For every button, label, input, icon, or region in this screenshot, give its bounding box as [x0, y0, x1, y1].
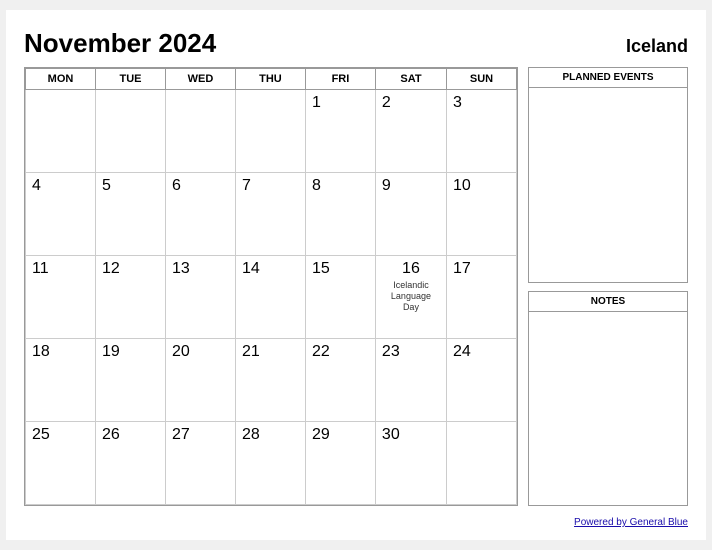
- table-cell: 28: [235, 422, 305, 505]
- notes-header: NOTES: [529, 292, 687, 312]
- table-cell: 4: [26, 173, 96, 256]
- notes-content: [529, 312, 687, 506]
- table-cell: [446, 422, 516, 505]
- col-thu: THU: [235, 69, 305, 90]
- col-sat: SAT: [375, 69, 446, 90]
- table-cell: 30: [375, 422, 446, 505]
- page: November 2024 Iceland MON TUE WED THU FR…: [6, 10, 706, 540]
- table-cell: [235, 90, 305, 173]
- table-cell: 18: [26, 339, 96, 422]
- table-cell: 11: [26, 256, 96, 339]
- sidebar: PLANNED EVENTS NOTES: [528, 67, 688, 506]
- planned-events-header: PLANNED EVENTS: [529, 68, 687, 88]
- table-cell: 10: [446, 173, 516, 256]
- table-cell: 25: [26, 422, 96, 505]
- table-cell: 21: [235, 339, 305, 422]
- table-cell: 2: [375, 90, 446, 173]
- table-cell: 13: [165, 256, 235, 339]
- table-cell: 23: [375, 339, 446, 422]
- table-cell: 9: [375, 173, 446, 256]
- main-content: MON TUE WED THU FRI SAT SUN: [24, 67, 688, 506]
- calendar-grid: MON TUE WED THU FRI SAT SUN: [25, 68, 517, 505]
- table-row: 4 5 6 7 8 9 10: [26, 173, 517, 256]
- table-cell: 27: [165, 422, 235, 505]
- table-cell: 5: [95, 173, 165, 256]
- table-cell: 14: [235, 256, 305, 339]
- planned-events-content: [529, 88, 687, 282]
- table-cell: 26: [95, 422, 165, 505]
- table-cell: 6: [165, 173, 235, 256]
- table-cell: 20: [165, 339, 235, 422]
- table-cell: 24: [446, 339, 516, 422]
- table-cell: 15: [305, 256, 375, 339]
- col-tue: TUE: [95, 69, 165, 90]
- planned-events-box: PLANNED EVENTS: [528, 67, 688, 283]
- table-cell: [95, 90, 165, 173]
- table-cell: 29: [305, 422, 375, 505]
- table-cell: 12: [95, 256, 165, 339]
- event-icelandic-language-day: IcelandicLanguage Day: [382, 280, 440, 312]
- footer: Powered by General Blue: [24, 512, 688, 530]
- table-row: 1 2 3: [26, 90, 517, 173]
- col-mon: MON: [26, 69, 96, 90]
- table-row: 18 19 20 21 22 23 24: [26, 339, 517, 422]
- table-cell: 3: [446, 90, 516, 173]
- powered-by-link[interactable]: Powered by General Blue: [574, 517, 688, 528]
- table-cell: [26, 90, 96, 173]
- table-cell-16: 16 IcelandicLanguage Day: [375, 256, 446, 339]
- table-cell: 19: [95, 339, 165, 422]
- col-sun: SUN: [446, 69, 516, 90]
- table-row: 25 26 27 28 29 30: [26, 422, 517, 505]
- calendar-section: MON TUE WED THU FRI SAT SUN: [24, 67, 518, 506]
- table-cell: 1: [305, 90, 375, 173]
- table-cell: 7: [235, 173, 305, 256]
- col-fri: FRI: [305, 69, 375, 90]
- table-cell: 22: [305, 339, 375, 422]
- table-row: 11 12 13 14 15 16 IcelandicLanguage Day …: [26, 256, 517, 339]
- notes-box: NOTES: [528, 291, 688, 507]
- page-title: November 2024: [24, 28, 216, 59]
- country-label: Iceland: [626, 36, 688, 57]
- table-cell: 8: [305, 173, 375, 256]
- col-wed: WED: [165, 69, 235, 90]
- table-cell: 17: [446, 256, 516, 339]
- header: November 2024 Iceland: [24, 28, 688, 59]
- table-cell: [165, 90, 235, 173]
